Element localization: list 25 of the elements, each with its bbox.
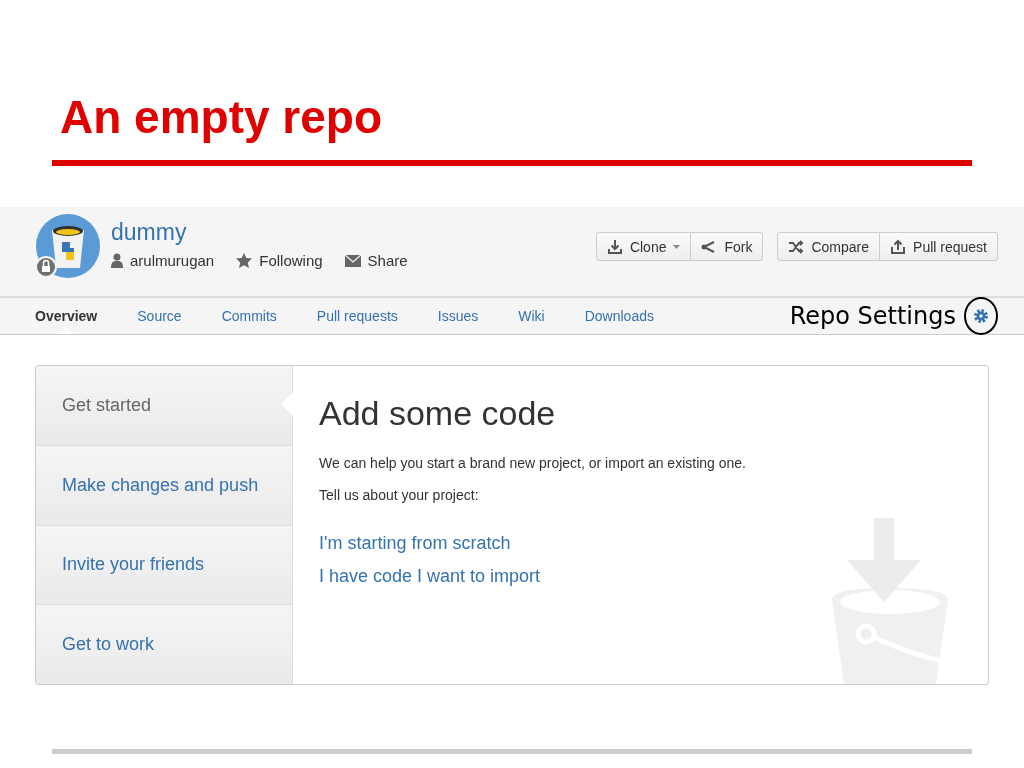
nav-tab[interactable]: Issues (437, 298, 479, 334)
step-item[interactable]: Invite your friends (36, 525, 292, 606)
option-link[interactable]: I have code I want to import (319, 566, 541, 587)
repo-name-link[interactable]: dummy (111, 219, 408, 246)
nav-tab[interactable]: Downloads (584, 298, 654, 334)
nav-tab[interactable]: Overview (35, 298, 98, 334)
intro-text: We can help you start a brand new project, or import an existing one. (319, 455, 747, 471)
nav-tab[interactable]: Source (137, 298, 182, 334)
compare-button[interactable]: Compare (777, 232, 881, 261)
step-item[interactable]: Get to work (36, 605, 292, 684)
option-link[interactable]: I'm starting from scratch (319, 533, 511, 554)
clone-button[interactable]: Clone (595, 232, 692, 261)
following-link[interactable]: Following (259, 252, 323, 269)
annotation-label: Repo Settings (789, 302, 956, 330)
panel-heading: Add some code (319, 394, 557, 433)
owner-link[interactable]: arulmurugan (130, 252, 215, 269)
share-link[interactable]: Share (367, 252, 408, 269)
step-item[interactable]: Make changes and push (36, 445, 292, 526)
nav-tab[interactable]: Wiki (518, 298, 545, 334)
step-item[interactable]: Get started (36, 366, 292, 446)
nav-tab[interactable]: Commits (221, 298, 277, 334)
pull-button[interactable]: Pull request (880, 232, 998, 261)
nav-tab[interactable]: Pull requests (316, 298, 398, 334)
prompt-text: Tell us about your project: (319, 487, 480, 503)
fork-button[interactable]: Fork (691, 232, 764, 261)
